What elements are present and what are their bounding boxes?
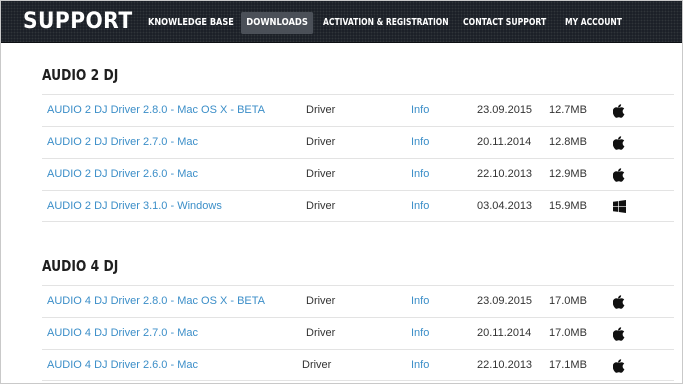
file-type: Driver xyxy=(306,200,336,212)
file-size: 12.7MB xyxy=(549,104,587,116)
driver-download-link[interactable]: AUDIO 2 DJ Driver 2.6.0 - Mac xyxy=(47,159,198,190)
apple-icon[interactable] xyxy=(613,168,627,182)
release-date: 23.09.2015 xyxy=(477,295,533,307)
apple-icon[interactable] xyxy=(613,327,627,341)
table-row: AUDIO 2 DJ Driver 2.8.0 - Mac OS X - BET… xyxy=(42,94,674,126)
info-link[interactable]: Info xyxy=(411,286,429,317)
page: SUPPORT KNOWLEDGE BASE DOWNLOADS ACTIVAT… xyxy=(0,0,683,384)
file-size: 17.1MB xyxy=(549,359,587,371)
table-row: AUDIO 2 DJ Driver 2.7.0 - Mac Driver Inf… xyxy=(42,126,674,158)
section-title-audio-4-dj: AUDIO 4 DJ xyxy=(42,257,119,275)
apple-icon[interactable] xyxy=(613,359,627,373)
file-size: 17.0MB xyxy=(549,295,587,307)
file-size: 17.0MB xyxy=(549,327,587,339)
file-size: 12.8MB xyxy=(549,136,587,148)
file-size: 15.9MB xyxy=(549,200,587,212)
table-row: AUDIO 2 DJ Driver 3.1.0 - Windows Driver… xyxy=(42,190,674,222)
top-navigation-bar: SUPPORT KNOWLEDGE BASE DOWNLOADS ACTIVAT… xyxy=(1,1,682,43)
release-date: 23.09.2015 xyxy=(477,104,533,116)
apple-icon[interactable] xyxy=(613,295,627,309)
release-date: 20.11.2014 xyxy=(477,136,532,148)
table-row: AUDIO 4 DJ Driver 2.8.0 - Mac OS X - BET… xyxy=(42,285,674,317)
download-table-audio-4-dj: AUDIO 4 DJ Driver 2.8.0 - Mac OS X - BET… xyxy=(42,285,674,381)
main-nav: KNOWLEDGE BASE DOWNLOADS ACTIVATION & RE… xyxy=(1,12,682,34)
section-title-audio-2-dj: AUDIO 2 DJ xyxy=(42,66,119,84)
file-type: Driver xyxy=(306,104,336,116)
windows-icon[interactable] xyxy=(613,200,627,214)
release-date: 22.10.2013 xyxy=(477,359,533,371)
driver-download-link[interactable]: AUDIO 4 DJ Driver 2.7.0 - Mac xyxy=(47,318,198,349)
apple-icon[interactable] xyxy=(613,104,627,118)
driver-download-link[interactable]: AUDIO 2 DJ Driver 3.1.0 - Windows xyxy=(47,191,222,222)
file-type: Driver xyxy=(306,327,336,339)
nav-contact-support[interactable]: CONTACT SUPPORT xyxy=(463,12,546,34)
info-link[interactable]: Info xyxy=(411,191,429,222)
table-row: AUDIO 4 DJ Driver 2.6.0 - Mac Driver Inf… xyxy=(42,349,674,381)
driver-download-link[interactable]: AUDIO 4 DJ Driver 2.8.0 - Mac OS X - BET… xyxy=(47,286,265,317)
nav-my-account[interactable]: MY ACCOUNT xyxy=(565,12,622,34)
release-date: 03.04.2013 xyxy=(477,200,533,212)
info-link[interactable]: Info xyxy=(411,159,429,190)
nav-activation-registration[interactable]: ACTIVATION & REGISTRATION xyxy=(323,12,449,34)
table-row: AUDIO 2 DJ Driver 2.6.0 - Mac Driver Inf… xyxy=(42,158,674,190)
driver-download-link[interactable]: AUDIO 2 DJ Driver 2.7.0 - Mac xyxy=(47,127,198,158)
info-link[interactable]: Info xyxy=(411,350,429,381)
driver-download-link[interactable]: AUDIO 4 DJ Driver 2.6.0 - Mac xyxy=(47,350,198,381)
nav-downloads[interactable]: DOWNLOADS xyxy=(241,12,314,34)
nav-knowledge-base[interactable]: KNOWLEDGE BASE xyxy=(148,12,234,34)
download-table-audio-2-dj: AUDIO 2 DJ Driver 2.8.0 - Mac OS X - BET… xyxy=(42,94,674,222)
file-type: Driver xyxy=(302,359,332,371)
file-type: Driver xyxy=(306,136,336,148)
info-link[interactable]: Info xyxy=(411,127,429,158)
release-date: 22.10.2013 xyxy=(477,168,533,180)
table-row: AUDIO 4 DJ Driver 2.7.0 - Mac Driver Inf… xyxy=(42,317,674,349)
info-link[interactable]: Info xyxy=(411,95,429,126)
file-type: Driver xyxy=(306,295,336,307)
file-size: 12.9MB xyxy=(549,168,587,180)
apple-icon[interactable] xyxy=(613,136,627,150)
driver-download-link[interactable]: AUDIO 2 DJ Driver 2.8.0 - Mac OS X - BET… xyxy=(47,95,265,126)
info-link[interactable]: Info xyxy=(411,318,429,349)
release-date: 20.11.2014 xyxy=(477,327,532,339)
file-type: Driver xyxy=(306,168,336,180)
